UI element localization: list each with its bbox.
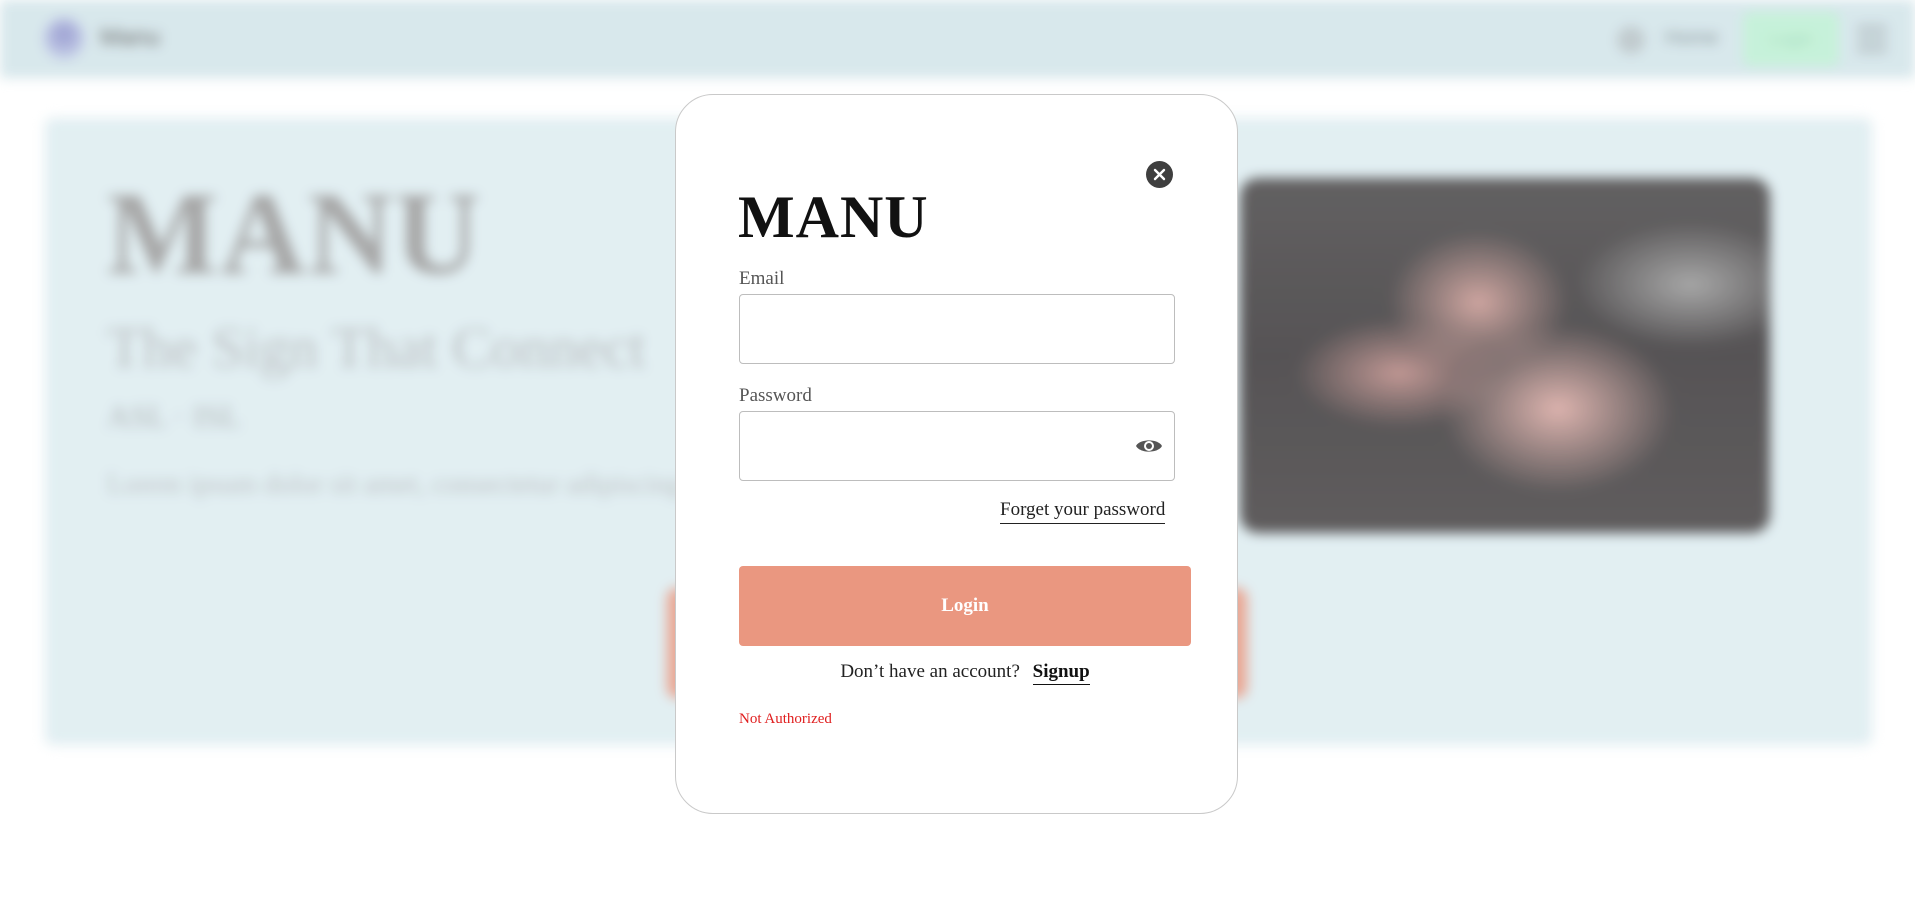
login-modal: MANU Email Password Forget your password… xyxy=(675,94,1238,814)
password-field[interactable] xyxy=(739,411,1175,481)
password-label: Password xyxy=(739,385,812,406)
eye-icon xyxy=(1136,440,1162,452)
error-message: Not Authorized xyxy=(739,711,832,727)
signup-link[interactable]: Signup xyxy=(1032,661,1090,685)
email-field[interactable] xyxy=(739,294,1175,364)
close-button[interactable] xyxy=(1146,161,1173,188)
password-toggle-button[interactable] xyxy=(1134,434,1164,458)
login-button[interactable]: Login xyxy=(739,566,1191,646)
forgot-password-link[interactable]: Forget your password xyxy=(1000,499,1166,524)
signup-prompt: Don’t have an account? xyxy=(840,661,1020,682)
modal-logo: MANU xyxy=(738,184,929,250)
signup-row: Don’t have an account? Signup xyxy=(739,661,1191,685)
close-icon xyxy=(1153,168,1166,181)
email-label: Email xyxy=(739,268,785,289)
